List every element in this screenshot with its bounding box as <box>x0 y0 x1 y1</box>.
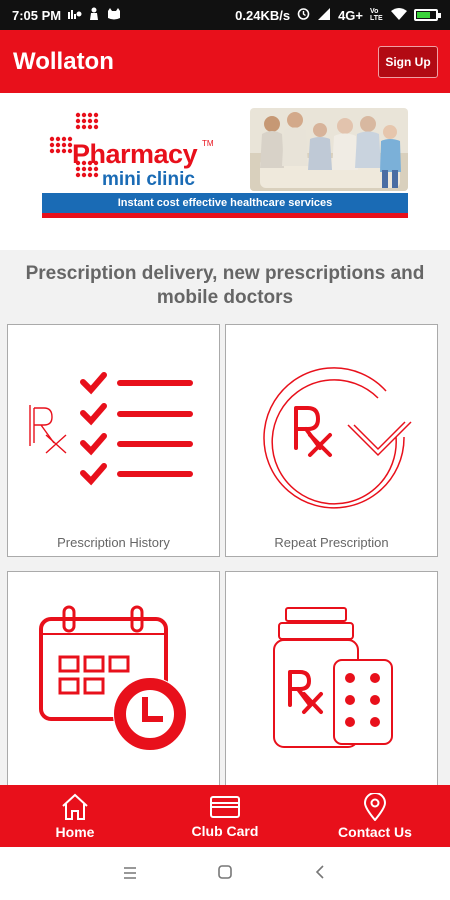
data-speed: 0.24KB/s <box>235 7 291 23</box>
banner-red-divider <box>42 213 408 218</box>
home-icon <box>62 793 88 820</box>
medicines-tile[interactable] <box>225 571 438 791</box>
logo-subtitle: mini clinic <box>102 169 195 190</box>
nav-home[interactable]: Home <box>5 793 145 840</box>
checklist-icon <box>29 372 193 486</box>
nav-label: Club Card <box>191 822 259 839</box>
back-button[interactable] <box>310 863 330 884</box>
home-system-button[interactable] <box>215 863 235 884</box>
system-navigation-bar <box>0 847 450 900</box>
logo-brand-text: Pharmacy <box>72 139 198 169</box>
medicine-bottle-icon <box>273 607 393 748</box>
volte-label: Vo LTE <box>370 8 383 22</box>
logo-trademark: TM <box>202 139 214 148</box>
signal-quality-icon <box>68 8 82 23</box>
tile-label: Prescription History <box>57 535 170 550</box>
card-icon <box>210 795 240 818</box>
nav-label: Home <box>55 823 95 840</box>
back-chevron-icon <box>315 865 324 879</box>
status-time: 7:05 PM <box>12 7 62 23</box>
nav-contact-us[interactable]: Contact Us <box>305 792 445 840</box>
pharmacy-banner: Pharmacy TM mini clinic Instant cost eff… <box>0 93 450 250</box>
page-title: Wollaton <box>13 47 114 75</box>
calendar-clock-icon <box>39 605 187 751</box>
family-photo <box>250 108 408 191</box>
pharmacy-logo: Pharmacy TM mini clinic <box>45 111 220 191</box>
repeat-prescription-tile[interactable]: Repeat Prescription <box>225 324 438 557</box>
square-icon <box>218 865 232 879</box>
bottom-navigation: Home Club Card Contact Us <box>0 785 450 847</box>
nav-club-card[interactable]: Club Card <box>155 794 295 839</box>
cat-icon <box>106 7 122 23</box>
wifi-icon <box>391 7 407 23</box>
banner-tagline: Instant cost effective healthcare servic… <box>42 193 408 213</box>
menu-icon <box>124 867 136 879</box>
network-type: 4G+ <box>338 7 363 23</box>
person-icon <box>89 7 99 23</box>
location-pin-icon <box>363 792 387 821</box>
sign-up-button[interactable]: Sign Up <box>378 45 438 78</box>
section-heading: Prescription delivery, new prescriptions… <box>25 263 425 308</box>
nav-label: Contact Us <box>338 823 412 840</box>
battery-icon <box>414 9 441 21</box>
cellular-signal-icon <box>317 7 331 23</box>
status-bar: 7:05 PM 0.24KB/s 4G+ Vo LTE <box>0 0 450 30</box>
app-header: Wollaton Sign Up <box>0 30 450 93</box>
recent-apps-button[interactable] <box>120 863 140 884</box>
prescription-history-tile[interactable]: Prescription History <box>7 324 220 557</box>
alarm-icon <box>297 7 310 23</box>
appointments-tile[interactable] <box>7 571 220 791</box>
refresh-rx-icon <box>263 367 412 509</box>
tile-label: Repeat Prescription <box>274 535 389 550</box>
